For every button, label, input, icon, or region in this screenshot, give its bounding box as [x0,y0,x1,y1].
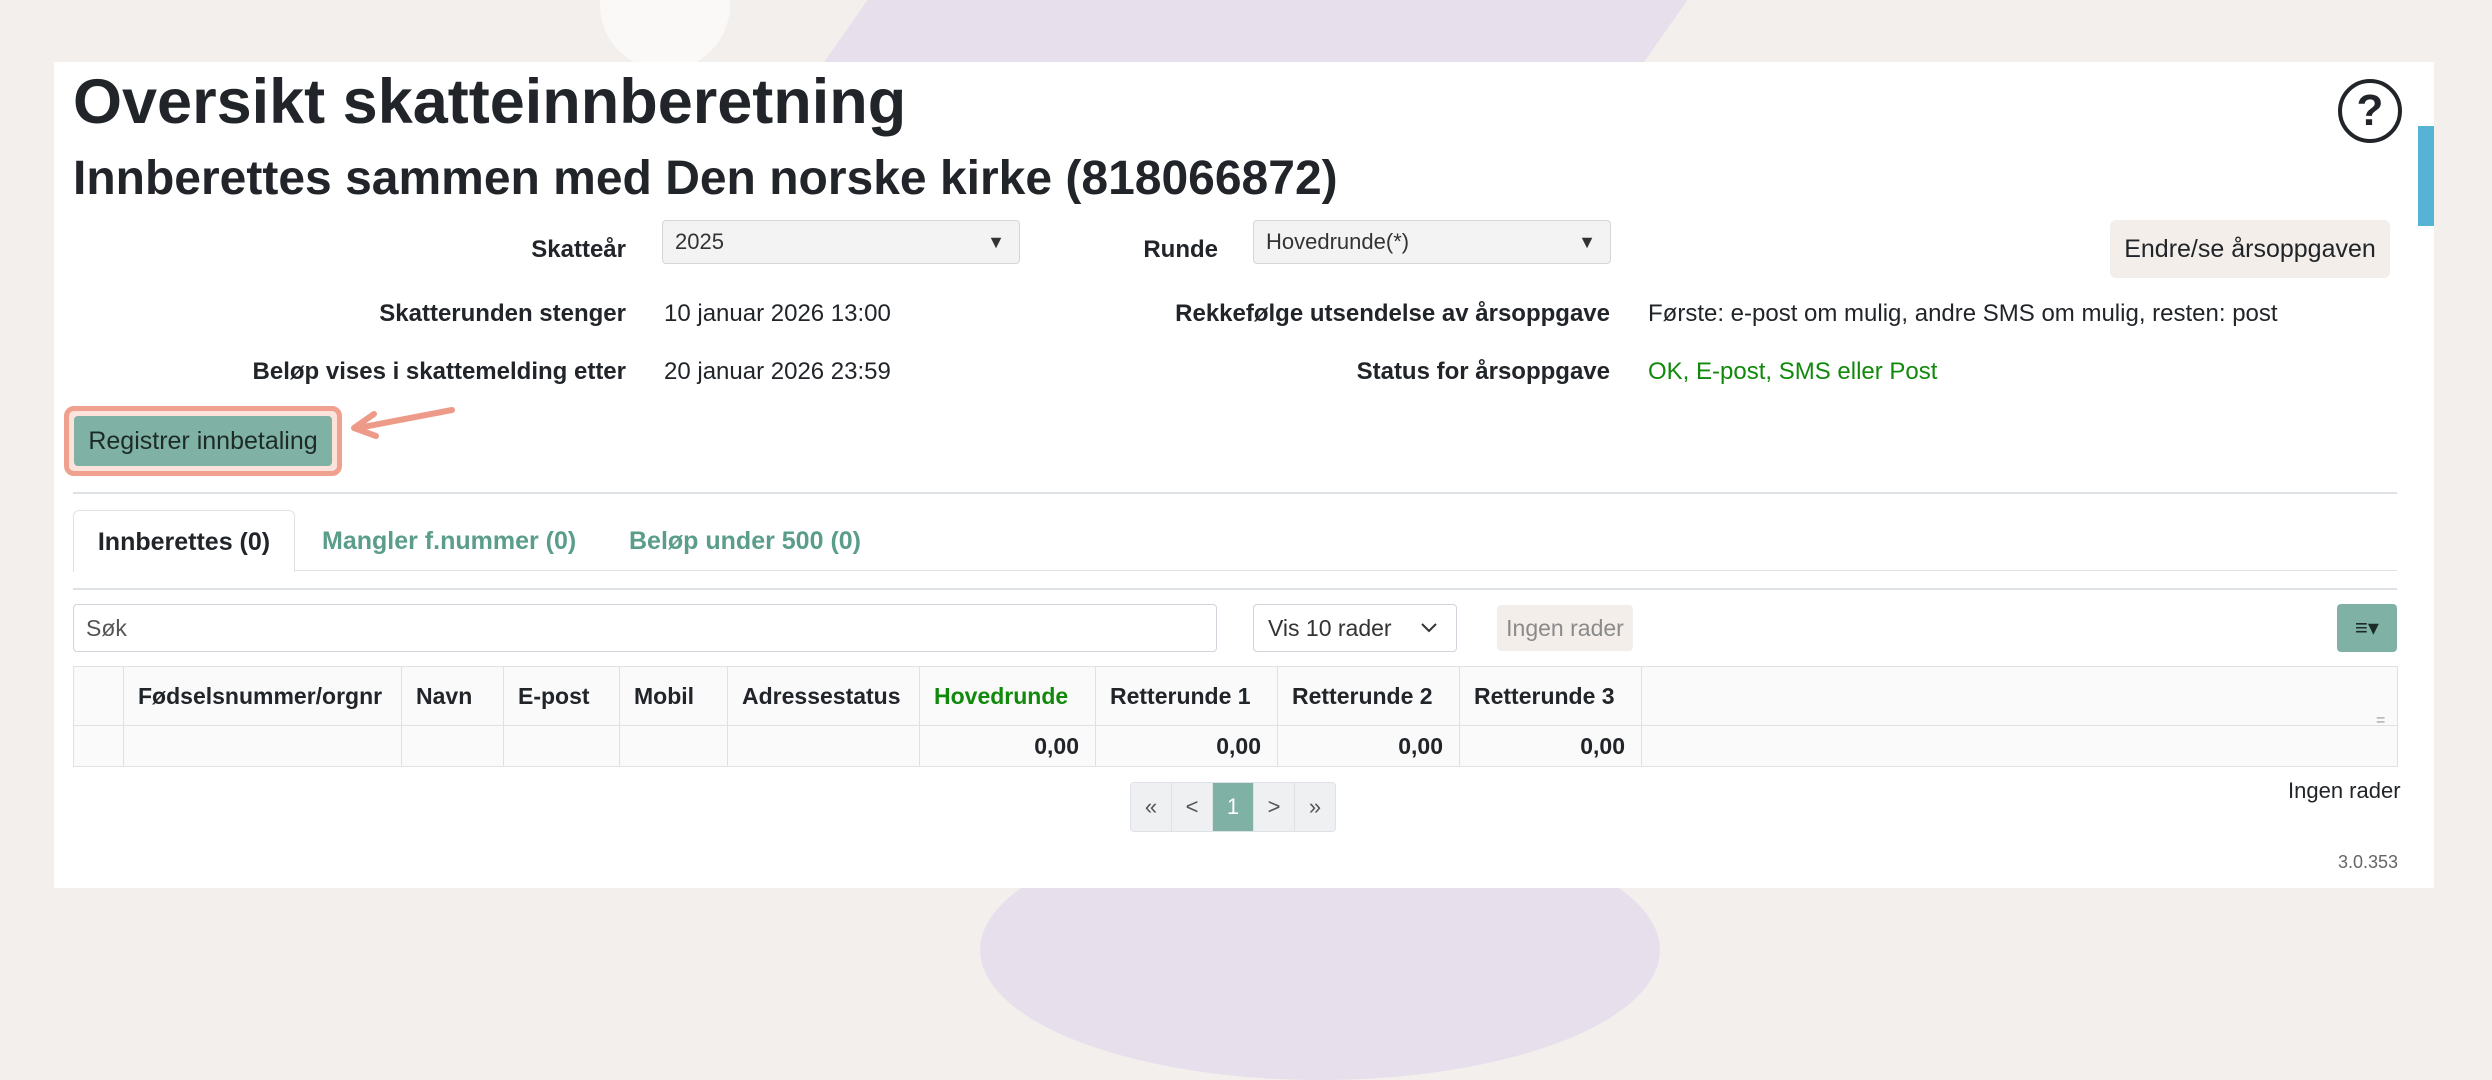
help-icon[interactable]: ? [2338,79,2402,143]
col-header-mobil[interactable]: Mobil [619,666,728,726]
rows-per-page-value: Vis 10 rader [1268,615,1392,641]
page-subtitle: Innberettes sammen med Den norske kirke … [73,152,1338,205]
table-totals-row: 0,00 0,00 0,00 0,00 [73,725,2398,767]
col-header-epost[interactable]: E-post [503,666,620,726]
chevron-down-icon: ▼ [987,232,1005,252]
col-header-retterunde-3[interactable]: Retterunde 3 [1459,666,1642,726]
search-input[interactable]: Søk [73,604,1217,652]
belop-value: 20 januar 2026 23:59 [664,358,891,385]
tab-baseline [295,570,2397,571]
endre-arsoppgave-button[interactable]: Endre/se årsoppgaven [2110,220,2390,278]
tab-innberettes[interactable]: Innberettes (0) [73,510,295,572]
chevron-down-icon: ▼ [1578,232,1596,252]
col-header-navn[interactable]: Navn [401,666,504,726]
resize-handle-icon[interactable]: = [2376,712,2385,730]
no-rows-button[interactable]: Ingen rader [1497,605,1633,651]
total-hovedrunde: 0,00 [919,725,1096,767]
column-menu-icon[interactable]: ≡▾ [2337,604,2397,652]
total-cell [619,725,728,767]
total-cell [503,725,620,767]
status-value: OK, E-post, SMS eller Post [1648,358,1938,385]
total-cell [123,725,402,767]
rows-per-page-select[interactable]: Vis 10 rader [1253,604,1457,652]
tab-mangler-fnummer[interactable]: Mangler f.nummer (0) [322,526,576,556]
belop-label: Beløp vises i skattemelding etter [252,358,626,385]
annotation-arrow-icon [351,407,455,439]
col-header-retterunde-1[interactable]: Retterunde 1 [1095,666,1278,726]
background-shape [600,0,730,70]
runde-value: Hovedrunde(*) [1266,229,1410,254]
stenger-label: Skatterunden stenger [379,300,626,327]
scrollbar[interactable] [2418,126,2434,226]
pagination: « < 1 > » [1130,782,1336,832]
skatteaar-value: 2025 [675,229,724,254]
runde-select[interactable]: Hovedrunde(*) ▼ [1253,220,1611,264]
skatteaar-label: Skatteår [531,236,626,263]
table-header-row: Fødselsnummer/orgnr Navn E-post Mobil Ad… [73,666,2398,726]
col-header-fodselsnummer[interactable]: Fødselsnummer/orgnr [123,666,402,726]
total-retterunde-1: 0,00 [1095,725,1278,767]
col-header-retterunde-2[interactable]: Retterunde 2 [1277,666,1460,726]
rekkefolge-value: Første: e-post om mulig, andre SMS om mu… [1648,300,2278,327]
total-retterunde-2: 0,00 [1277,725,1460,767]
total-retterunde-3: 0,00 [1459,725,1642,767]
total-cell [401,725,504,767]
total-cell [1641,725,2398,767]
divider [73,588,2397,590]
rekkefolge-label: Rekkefølge utsendelse av årsoppgave [1175,300,1610,327]
tab-belop-under-500[interactable]: Beløp under 500 (0) [629,526,861,556]
last-page-button[interactable]: » [1295,783,1335,831]
col-header-hovedrunde[interactable]: Hovedrunde [919,666,1096,726]
divider [73,492,2397,494]
search-placeholder: Søk [86,615,127,641]
page-title: Oversikt skatteinnberetning [73,67,907,137]
chevron-down-icon [1421,623,1437,633]
runde-label: Runde [1143,236,1218,263]
page-1-button[interactable]: 1 [1213,783,1254,831]
col-header-select[interactable] [73,666,124,726]
skatteaar-select[interactable]: 2025 ▼ [662,220,1020,264]
total-cell [727,725,920,767]
stenger-value: 10 januar 2026 13:00 [664,300,891,327]
first-page-button[interactable]: « [1131,783,1172,831]
data-table: Fødselsnummer/orgnr Navn E-post Mobil Ad… [73,666,2398,767]
total-cell [73,725,124,767]
register-payment-button[interactable]: Registrer innbetaling [74,416,332,466]
no-rows-text: Ingen rader [2288,778,2401,803]
col-header-adressestatus[interactable]: Adressestatus [727,666,920,726]
status-label: Status for årsoppgave [1356,358,1610,385]
next-page-button[interactable]: > [1254,783,1295,831]
col-header-filler [1641,666,2398,726]
version-label: 3.0.353 [2338,852,2399,872]
prev-page-button[interactable]: < [1172,783,1213,831]
